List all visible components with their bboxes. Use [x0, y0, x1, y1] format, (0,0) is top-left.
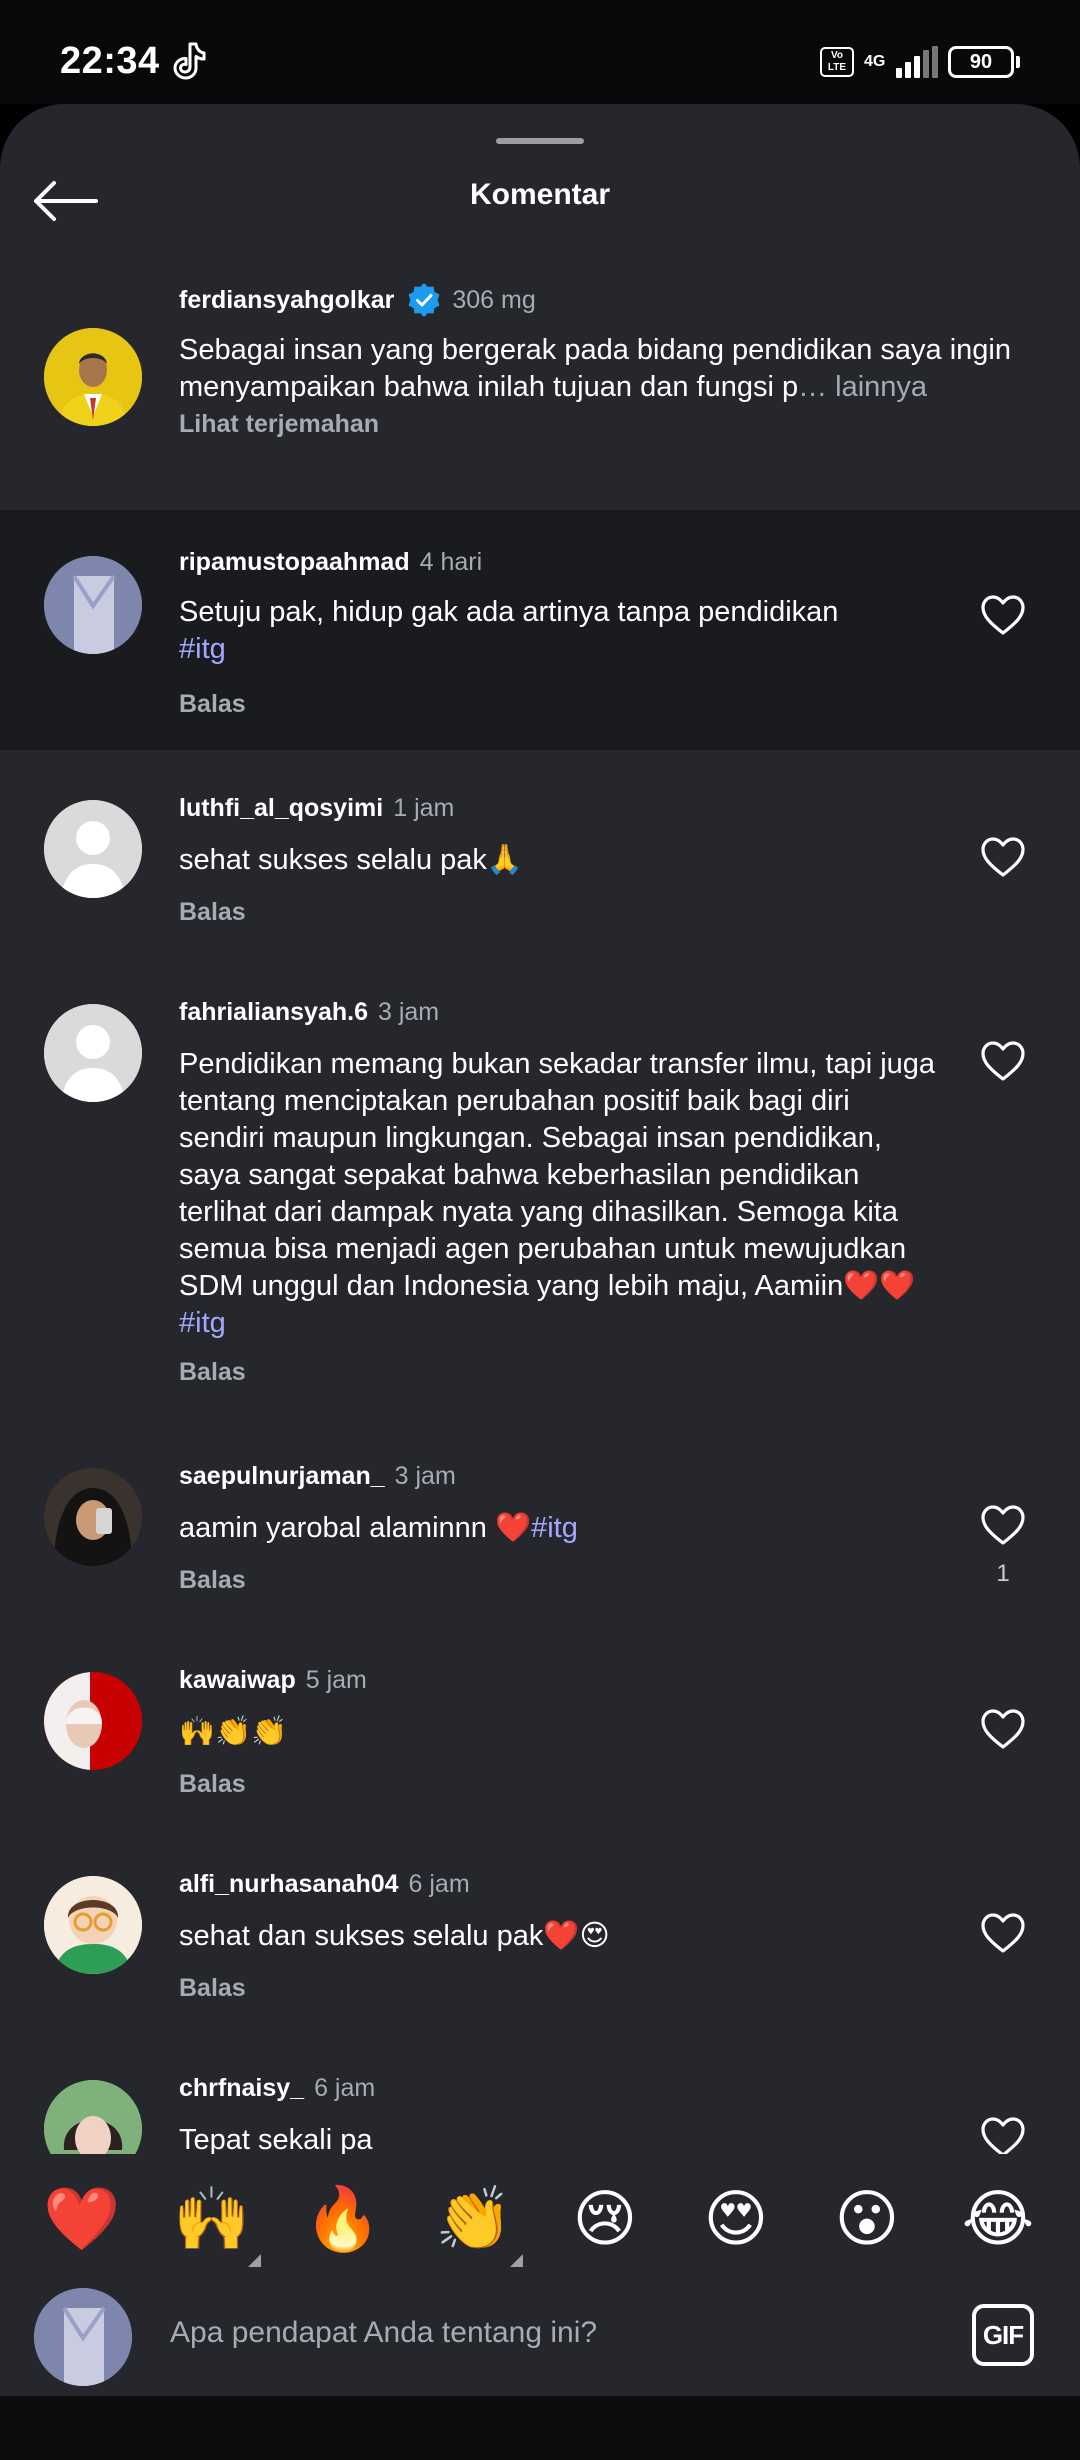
raising-hands-emoji-button[interactable]: 🙌	[172, 2184, 252, 2254]
signal-icon	[896, 46, 938, 78]
reply-button[interactable]: Balas	[179, 1974, 246, 2003]
fire-emoji-button[interactable]: 🔥	[303, 2184, 383, 2254]
avatar-image	[44, 1468, 142, 1566]
reply-button[interactable]: Balas	[179, 898, 246, 927]
comment-username[interactable]: luthfi_al_qosyimi	[179, 792, 383, 824]
heart-icon[interactable]	[980, 1912, 1026, 1954]
heart-icon[interactable]	[980, 836, 1026, 878]
drag-handle[interactable]	[496, 138, 584, 144]
comment-item: chrfnaisy_ 6 jam Tepat sekali pa	[0, 2030, 1080, 2154]
heart-icon[interactable]	[980, 1708, 1026, 1750]
default-avatar-icon	[44, 800, 142, 898]
gif-button[interactable]: GIF	[972, 2304, 1034, 2366]
comment-text: sehat dan sukses selalu pak❤️😍	[179, 1920, 610, 1952]
comment-time: 1 jam	[393, 794, 455, 822]
comment-text: aamin yarobal alaminnn ❤️#itg	[179, 1512, 578, 1544]
default-avatar-icon	[44, 1004, 142, 1102]
avatar-image	[34, 2288, 132, 2386]
tiktok-icon	[173, 42, 206, 80]
heart-emoji-button[interactable]: ❤️	[42, 2184, 122, 2254]
comment-time: 4 hari	[419, 548, 483, 576]
avatar-image	[44, 556, 142, 654]
heart-eyes-emoji-button[interactable]: 😍	[696, 2184, 776, 2254]
reply-button[interactable]: Balas	[179, 1770, 246, 1799]
comments-sheet: Komentar ferdiansyahgolkar 306 mg Sebaga…	[0, 104, 1080, 2460]
system-navigation-bar	[0, 2396, 1080, 2460]
comment-item: alfi_nurhasanah04 6 jam sehat dan sukses…	[0, 1826, 1080, 2030]
avatar-image	[44, 1672, 142, 1770]
comment-item: kawaiwap 5 jam 🙌👏👏 Balas	[0, 1622, 1080, 1826]
heart-icon[interactable]	[980, 1040, 1026, 1082]
emoji-reaction-bar: ❤️ 🙌 🔥 👏 😢 😍 😮 😂	[0, 2154, 1080, 2284]
comment-time: 3 jam	[394, 1462, 456, 1490]
comment-text: Pendidikan memang bukan sekadar transfer…	[179, 1048, 936, 1339]
status-time: 22:34	[60, 40, 160, 82]
avatar[interactable]	[44, 1876, 142, 1974]
comment-text: sehat sukses selalu pak🙏	[179, 844, 524, 876]
caption-text: Sebagai insan yang bergerak pada bidang …	[179, 332, 1059, 406]
heart-icon[interactable]	[980, 2116, 1026, 2154]
laughing-emoji-button[interactable]: 😂	[958, 2184, 1038, 2254]
avatar[interactable]	[44, 328, 142, 426]
avatar[interactable]	[44, 2080, 142, 2154]
avatar	[34, 2288, 132, 2386]
verified-badge-icon	[408, 283, 440, 317]
comment-username[interactable]: kawaiwap	[179, 1664, 296, 1696]
comment-username[interactable]: chrfnaisy_	[179, 2072, 304, 2104]
network-type: 4G	[864, 53, 886, 70]
comment-text: 🙌👏👏	[179, 1716, 288, 1748]
avatar[interactable]	[44, 1468, 142, 1566]
avatar-image	[44, 1876, 142, 1974]
status-icons: Vo LTE 4G 90	[820, 44, 1020, 80]
comment-username[interactable]: ripamustopaahmad	[179, 546, 410, 578]
comment-input[interactable]: Apa pendapat Anda tentang ini?	[170, 2316, 597, 2350]
surprised-emoji-button[interactable]: 😮	[827, 2184, 907, 2254]
crying-emoji-button[interactable]: 😢	[565, 2184, 645, 2254]
battery-level: 90	[948, 46, 1014, 78]
comment-item: luthfi_al_qosyimi 1 jam sehat sukses sel…	[0, 750, 1080, 954]
more-link[interactable]: … lainnya	[798, 371, 927, 403]
caption: ferdiansyahgolkar 306 mg Sebagai insan y…	[0, 250, 1080, 466]
emoji-variants-indicator	[248, 2254, 261, 2267]
comment-username[interactable]: fahrialiansyah.6	[179, 996, 368, 1028]
comment-text: Tepat sekali pa	[179, 2124, 373, 2154]
comment-username[interactable]: saepulnurjaman_	[179, 1460, 385, 1492]
avatar[interactable]	[44, 556, 142, 654]
like-count: 1	[996, 1560, 1010, 1587]
avatar-image	[44, 328, 142, 426]
heart-icon[interactable]	[980, 1504, 1026, 1546]
page-title: Komentar	[469, 178, 611, 211]
comment-item: fahrialiansyah.6 3 jam Pendidikan memang…	[0, 954, 1080, 1418]
comment-text: Setuju pak, hidup gak ada artinya tanpa …	[179, 596, 839, 665]
reply-button[interactable]: Balas	[179, 1358, 246, 1387]
heart-icon[interactable]	[980, 594, 1026, 636]
comment-username[interactable]: alfi_nurhasanah04	[179, 1868, 399, 1900]
avatar[interactable]	[44, 800, 142, 898]
reply-button[interactable]: Balas	[179, 690, 246, 719]
clapping-emoji-button[interactable]: 👏	[434, 2184, 514, 2254]
translate-link[interactable]: Lihat terjemahan	[179, 410, 379, 439]
avatar[interactable]	[44, 1004, 142, 1102]
hashtag-link[interactable]: #itg	[179, 633, 226, 665]
reply-button[interactable]: Balas	[179, 1566, 246, 1595]
comment-time: 6 jam	[314, 2074, 376, 2102]
hashtag-link[interactable]: #itg	[531, 1512, 578, 1544]
battery-icon: 90	[948, 46, 1020, 78]
comment-time: 6 jam	[408, 1870, 470, 1898]
comment-item: ripamustopaahmad 4 hari Setuju pak, hidu…	[0, 510, 1080, 750]
avatar[interactable]	[44, 1672, 142, 1770]
avatar-image	[44, 2080, 142, 2154]
hashtag-link[interactable]: #itg	[179, 1307, 226, 1339]
comment-time: 5 jam	[305, 1666, 367, 1694]
volte-icon: Vo LTE	[820, 47, 854, 77]
comment-username[interactable]: ferdiansyahgolkar	[179, 284, 394, 316]
emoji-variants-indicator	[510, 2254, 523, 2267]
comment-item: saepulnurjaman_ 3 jam aamin yarobal alam…	[0, 1418, 1080, 1622]
status-bar: 22:34 Vo LTE 4G 90	[0, 0, 1080, 104]
comment-time: 306 mg	[452, 286, 536, 314]
comment-time: 3 jam	[377, 998, 440, 1026]
